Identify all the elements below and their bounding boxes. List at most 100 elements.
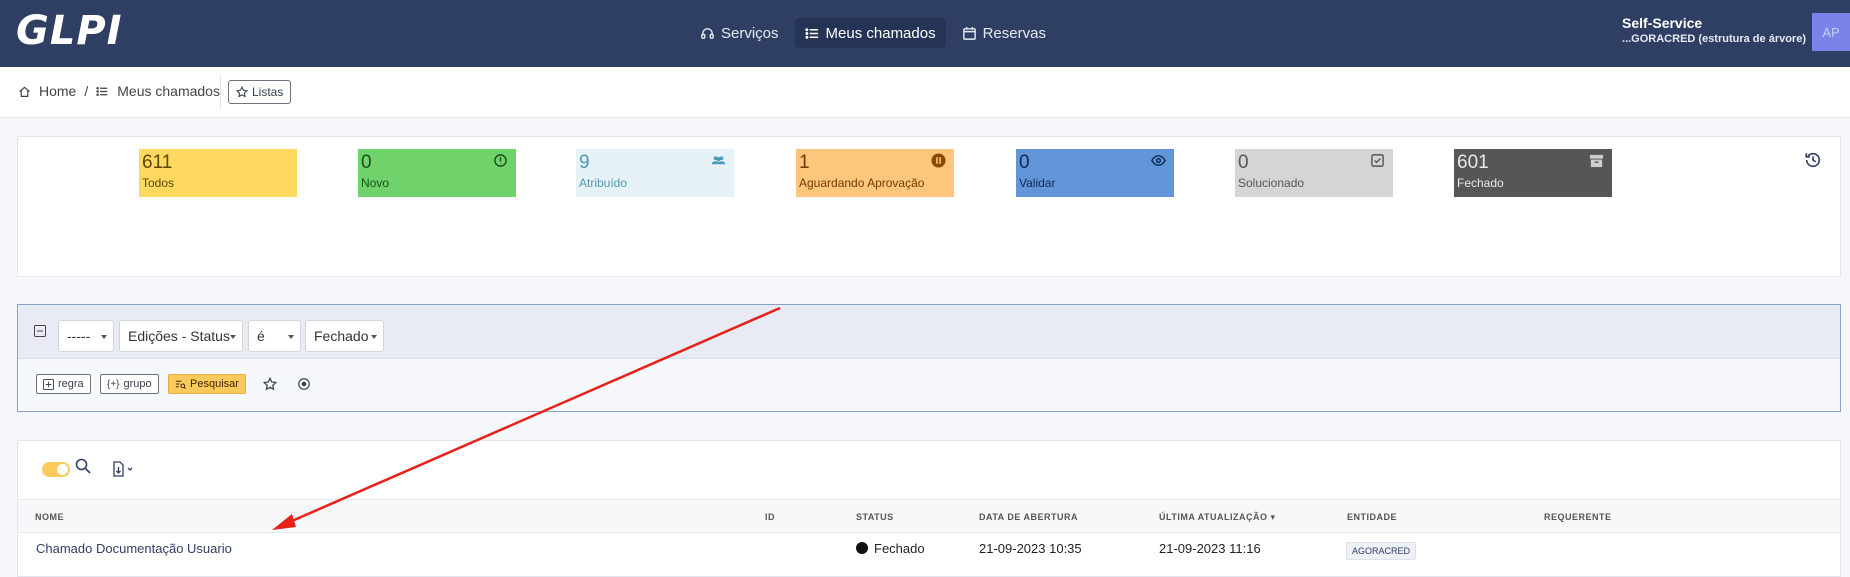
- tile-label: Aguardando Aprovação: [799, 176, 925, 190]
- tile-label: Todos: [142, 176, 175, 190]
- col-opened[interactable]: DATA DE ABERTURA: [979, 512, 1078, 522]
- value-select[interactable]: Fechado: [305, 320, 384, 352]
- field-select[interactable]: Edições - Status: [119, 320, 243, 352]
- main-nav: Serviços Meus chamados Reservas: [690, 18, 1056, 48]
- breadcrumb: Home / Meus chamados: [18, 83, 220, 99]
- ticket-status-label: Fechado: [874, 541, 925, 556]
- reset-icon[interactable]: [297, 377, 311, 391]
- tile-count: 1: [799, 152, 810, 173]
- sort-desc-icon: ▾: [1267, 512, 1276, 522]
- results-panel: NOME ID STATUS DATA DE ABERTURA ÚLTIMA A…: [17, 440, 1841, 577]
- tile-count: 0: [361, 152, 372, 173]
- export-icon[interactable]: [111, 461, 135, 477]
- entity-badge[interactable]: AGORACRED: [1346, 542, 1417, 560]
- operator-select[interactable]: é: [248, 320, 301, 352]
- lists-button[interactable]: Listas: [228, 80, 292, 104]
- tile-count: 9: [579, 152, 590, 173]
- tile-new[interactable]: 0 Novo: [358, 149, 516, 197]
- nav-my-tickets-label: Meus chamados: [825, 24, 936, 42]
- ticket-updated: 21-09-2023 11:16: [1159, 541, 1261, 556]
- breadcrumb-separator: /: [84, 83, 89, 99]
- breadcrumb-current[interactable]: Meus chamados: [117, 83, 220, 99]
- info-icon: [494, 154, 507, 167]
- operator-select-value: é: [257, 328, 265, 344]
- ticket-name-link[interactable]: Chamado Documentação Usuario: [36, 541, 232, 556]
- pause-icon: [931, 153, 946, 168]
- closed-status-icon: [856, 542, 868, 554]
- top-navbar: GLPI Serviços Meus chamados Reservas Sel…: [0, 0, 1850, 67]
- lists-button-label: Listas: [252, 85, 284, 99]
- nav-my-tickets[interactable]: Meus chamados: [794, 18, 946, 48]
- tile-label: Fechado: [1457, 176, 1504, 190]
- tile-count: 0: [1019, 152, 1030, 173]
- link-select[interactable]: -----: [58, 320, 114, 352]
- tile-label: Solucionado: [1238, 176, 1305, 190]
- tile-count: 611: [142, 152, 173, 173]
- divider: [220, 75, 221, 109]
- table-row[interactable]: Chamado Documentação Usuario Fechado 21-…: [18, 532, 1840, 576]
- table-header: NOME ID STATUS DATA DE ABERTURA ÚLTIMA A…: [18, 499, 1840, 533]
- field-select-value: Edições - Status: [128, 328, 230, 344]
- star-icon[interactable]: [263, 377, 277, 391]
- nav-services[interactable]: Serviços: [690, 18, 789, 48]
- search-criteria-panel: ----- Edições - Status é Fechado regra {…: [17, 304, 1841, 412]
- col-updated[interactable]: ÚLTIMA ATUALIZAÇÃO ▾: [1159, 512, 1276, 523]
- ticket-status: Fechado: [856, 541, 925, 556]
- glpi-logo[interactable]: GLPI: [16, 8, 123, 54]
- ticket-opened: 21-09-2023 10:35: [979, 541, 1082, 556]
- nav-reservations-label: Reservas: [982, 24, 1046, 42]
- search-button-label: Pesquisar: [190, 378, 239, 390]
- tile-count: 0: [1238, 152, 1249, 173]
- col-status[interactable]: STATUS: [856, 512, 894, 522]
- eye-icon: [1151, 155, 1166, 166]
- collapse-icon[interactable]: [34, 325, 46, 337]
- tile-count: 601: [1457, 152, 1489, 173]
- tile-pending-approval[interactable]: 1 Aguardando Aprovação: [796, 149, 954, 197]
- search-button[interactable]: Pesquisar: [168, 374, 246, 394]
- breadcrumb-bar: Home / Meus chamados Listas: [0, 67, 1850, 118]
- check-square-icon: [1371, 154, 1384, 167]
- col-requester[interactable]: REQUERENTE: [1544, 512, 1612, 522]
- tile-all[interactable]: 611 Todos: [139, 149, 297, 197]
- tile-label: Validar: [1019, 176, 1056, 190]
- tile-label: Atribuído: [579, 176, 628, 190]
- tile-label: Novo: [361, 176, 390, 190]
- list-icon: [96, 86, 108, 96]
- star-icon: [236, 86, 248, 98]
- search-icon[interactable]: [75, 458, 91, 474]
- home-icon: [19, 86, 30, 97]
- add-rule-button[interactable]: regra: [36, 374, 91, 394]
- braces-plus-icon: {+}: [107, 378, 120, 390]
- col-updated-label: ÚLTIMA ATUALIZAÇÃO: [1159, 512, 1268, 522]
- tile-solved[interactable]: 0 Solucionado: [1235, 149, 1393, 197]
- calendar-icon: [962, 26, 976, 40]
- archive-icon: [1589, 154, 1604, 168]
- tile-validate[interactable]: 0 Validar: [1016, 149, 1174, 197]
- ticket-status-summary: 611 Todos 0 Novo 9 Atribuído 1 Aguardand…: [17, 136, 1841, 277]
- criteria-row: ----- Edições - Status é Fechado: [18, 305, 1840, 359]
- add-group-label: grupo: [123, 378, 152, 390]
- add-group-button[interactable]: {+} grupo: [100, 374, 159, 394]
- value-select-value: Fechado: [314, 328, 369, 344]
- user-menu[interactable]: Self-Service ...GORACRED (estrutura de á…: [1622, 15, 1806, 45]
- link-select-value: -----: [67, 328, 91, 344]
- history-icon[interactable]: [1804, 151, 1822, 169]
- col-id[interactable]: ID: [765, 512, 775, 522]
- breadcrumb-home[interactable]: Home: [39, 83, 76, 99]
- plus-square-icon: [43, 378, 54, 390]
- nav-services-label: Serviços: [721, 24, 779, 42]
- add-rule-label: regra: [58, 378, 84, 390]
- list-icon: [804, 27, 818, 39]
- tile-assigned[interactable]: 9 Atribuído: [576, 149, 734, 197]
- users-icon: [711, 156, 726, 165]
- nav-reservations[interactable]: Reservas: [952, 18, 1056, 48]
- entity-name: ...GORACRED (estrutura de árvore): [1622, 33, 1806, 45]
- avatar[interactable]: AP: [1812, 13, 1850, 51]
- col-entity[interactable]: ENTIDADE: [1347, 512, 1397, 522]
- headset-icon: [701, 27, 714, 39]
- col-name[interactable]: NOME: [35, 512, 64, 522]
- list-search-icon: [175, 380, 186, 389]
- search-toggle[interactable]: [42, 462, 70, 477]
- tile-closed[interactable]: 601 Fechado: [1454, 149, 1612, 197]
- profile-name: Self-Service: [1622, 15, 1703, 31]
